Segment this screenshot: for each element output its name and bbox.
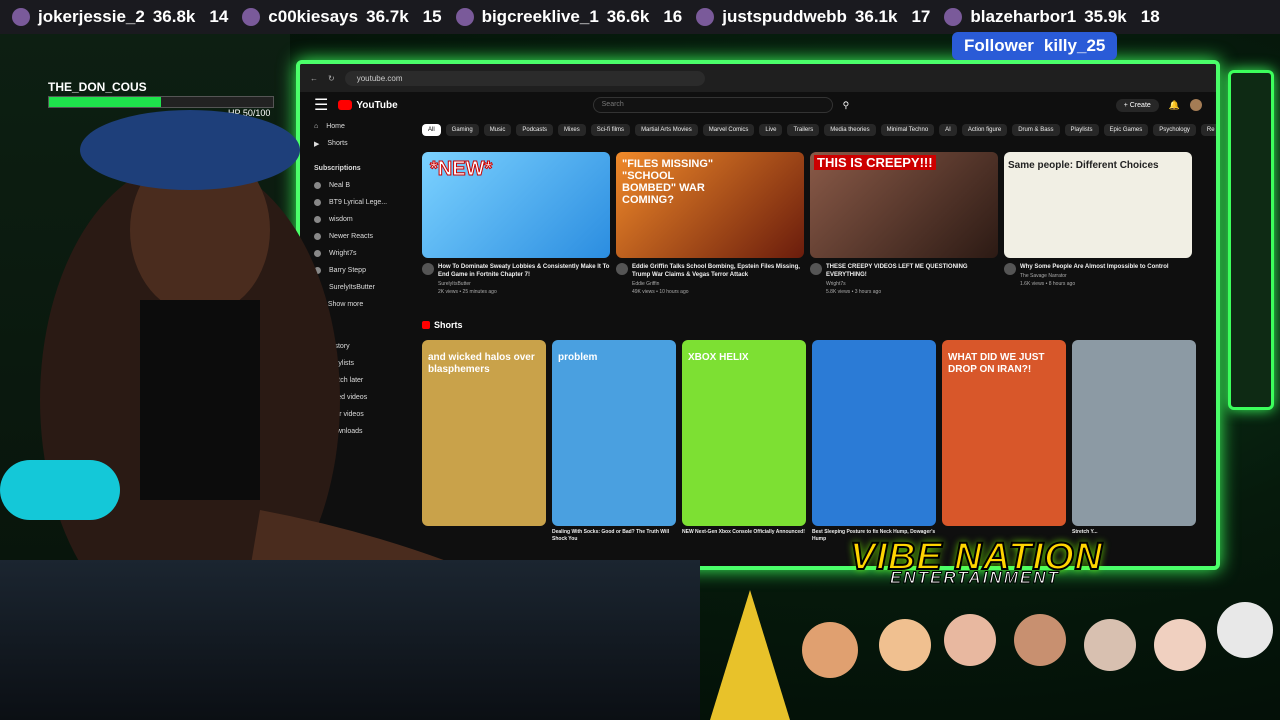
create-button[interactable]: + Create	[1115, 98, 1159, 112]
character	[1014, 614, 1066, 666]
ticker-rank: 14	[209, 7, 229, 26]
short-card[interactable]: Best Sleeping Posture to fix Neck Hump, …	[812, 340, 936, 543]
chip-11[interactable]: Minimal Techno	[880, 124, 935, 136]
short-thumbnail[interactable]	[1072, 340, 1196, 526]
character	[710, 590, 790, 720]
chip-15[interactable]: Playlists	[1064, 124, 1099, 136]
character	[1154, 619, 1206, 671]
short-caption: WHAT DID WE JUST DROP ON IRAN?!	[948, 352, 1045, 375]
ticker-rank: 18	[1140, 7, 1160, 26]
avatar	[12, 8, 30, 26]
ticker-entry: blazeharbor1 35.9k 18	[944, 7, 1160, 27]
chip-12[interactable]: AI	[939, 124, 957, 136]
ticker-count: 36.7k	[366, 7, 409, 26]
banner-characters	[710, 590, 1273, 720]
character	[1217, 602, 1273, 658]
avatar	[944, 8, 963, 26]
ticker-user: justspuddwebb	[722, 7, 847, 26]
chip-14[interactable]: Drum & Bass	[1012, 124, 1060, 136]
video-meta: 5.8K views • 3 hours ago	[826, 289, 882, 295]
short-thumbnail[interactable]: WHAT DID WE JUST DROP ON IRAN?!	[942, 340, 1066, 526]
ticker-count: 35.9k	[1084, 7, 1127, 26]
thumbnail-text: THIS IS CREEPY!!!	[814, 155, 936, 170]
video-card[interactable]: Same people: Different Choices Why Some …	[1004, 152, 1192, 295]
short-thumbnail[interactable]: XBOX HELIX	[682, 340, 806, 526]
alert-name: killy_25	[1043, 36, 1106, 55]
short-caption: XBOX HELIX	[688, 352, 749, 363]
ticker-entry: bigcreeklive_1 36.6k 16	[455, 7, 683, 27]
armband	[0, 460, 120, 520]
chip-13[interactable]: Action figure	[961, 124, 1008, 136]
video-thumbnail[interactable]: Same people: Different Choices	[1004, 152, 1192, 258]
chip-16[interactable]: Epic Games	[1103, 124, 1149, 136]
desk-mousepad	[0, 560, 700, 720]
ticker-user: jokerjessie_2	[38, 7, 145, 26]
character	[879, 619, 931, 671]
video-title[interactable]: Why Some People Are Almost Impossible to…	[1004, 263, 1192, 275]
short-card[interactable]: Stretch Y...	[1072, 340, 1196, 543]
chip-9[interactable]: Trailers	[787, 124, 820, 136]
avatar	[696, 8, 715, 26]
notification-icon[interactable]: 🔔	[1169, 100, 1180, 111]
chip-18[interactable]: Re	[1200, 124, 1216, 136]
avatar	[455, 8, 474, 26]
ticker-count: 36.6k	[606, 7, 650, 26]
ticker-rank: 17	[911, 7, 931, 26]
ticker-rank: 15	[422, 7, 442, 26]
vibe-nation-banner: VIBE NATION ENTERTAINMENT	[690, 530, 1280, 720]
ticker-entry: justspuddwebb 36.1k 17	[696, 7, 930, 27]
banner-subtitle: ENTERTAINMENT	[890, 568, 1060, 588]
leaderboard-ticker: jokerjessie_2 36.8k 14 c00kiesays 36.7k 15 b…	[0, 0, 1280, 34]
ticker-entry: jokerjessie_2 36.8k 14	[12, 7, 228, 27]
video-channel[interactable]: Wright7s	[810, 281, 998, 287]
chip-7[interactable]: Marvel Comics	[702, 124, 755, 136]
video-thumbnail[interactable]: THIS IS CREEPY!!!	[810, 152, 998, 258]
short-card[interactable]: XBOX HELIX NEW Next-Gen Xbox Console Offi…	[682, 340, 806, 543]
ticker-count: 36.8k	[152, 7, 196, 26]
avatar[interactable]	[1190, 99, 1202, 111]
tank-top	[140, 300, 260, 500]
stream-scene: jokerjessie_2 36.8k 14 c00kiesays 36.7k 15 b…	[0, 0, 1280, 720]
ticker-entry: c00kiesays 36.7k 15	[242, 7, 442, 27]
ticker-rank: 16	[663, 7, 683, 26]
video-title[interactable]: THESE CREEPY VIDEOS LEFT ME QUESTIONING …	[810, 263, 998, 279]
character	[802, 622, 858, 678]
ticker-user: bigcreeklive_1	[481, 7, 599, 26]
ticker-count: 36.1k	[854, 7, 898, 26]
alert-label: Follower	[964, 36, 1034, 55]
character	[944, 614, 996, 666]
follower-alert: Follower killy_25	[952, 32, 1118, 60]
thumbnail-text: Same people: Different Choices	[1008, 160, 1159, 171]
ticker-user: blazeharbor1	[970, 7, 1077, 26]
avatar	[242, 8, 261, 26]
ticker-user: c00kiesays	[268, 7, 359, 26]
chip-10[interactable]: Media theories	[824, 124, 876, 136]
search-icon[interactable]: ⚲	[843, 100, 850, 111]
character	[1084, 619, 1136, 671]
short-thumbnail[interactable]	[812, 340, 936, 526]
right-panel-frame	[1228, 70, 1274, 410]
video-meta: 1.6K views • 8 hours ago	[1020, 281, 1076, 287]
bucket-hat	[80, 110, 300, 190]
chip-8[interactable]: Live	[759, 124, 783, 136]
chip-17[interactable]: Psychology	[1153, 124, 1196, 136]
video-channel[interactable]: The Savage Narrator	[1004, 273, 1192, 279]
short-card[interactable]: WHAT DID WE JUST DROP ON IRAN?!	[942, 340, 1066, 543]
video-card[interactable]: THIS IS CREEPY!!! THESE CREEPY VIDEOS LE…	[810, 152, 998, 295]
